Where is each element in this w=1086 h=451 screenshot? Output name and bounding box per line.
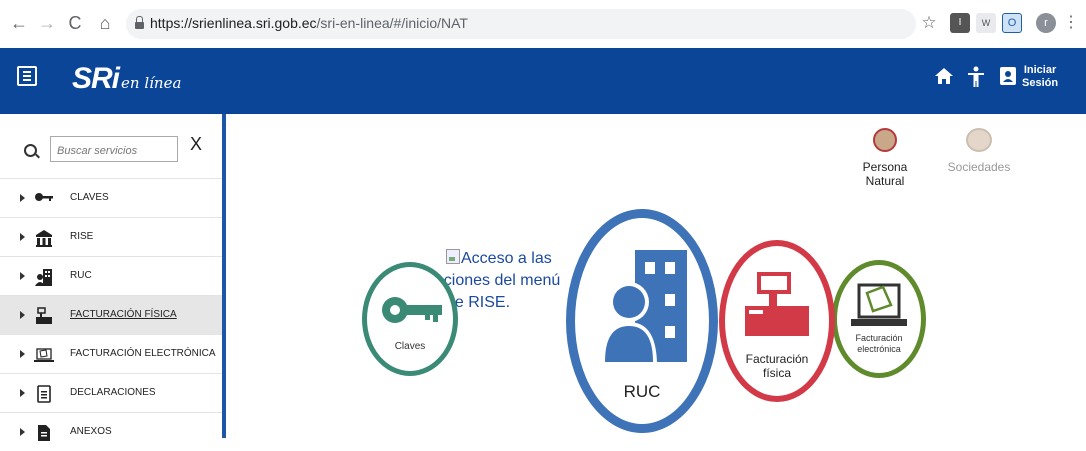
group-avatar-icon xyxy=(966,128,992,152)
sidebar-item-label: RUC xyxy=(70,270,92,281)
key-icon xyxy=(34,190,54,208)
browser-toolbar: ← → C ⌂ https://srienlinea.sri.gob.ec/sr… xyxy=(0,0,1086,49)
expand-caret-icon xyxy=(20,311,25,319)
search-icon xyxy=(24,144,37,157)
user-badge-icon[interactable] xyxy=(999,66,1017,90)
forward-arrow-icon[interactable]: → xyxy=(34,10,60,36)
accessibility-icon[interactable] xyxy=(966,66,986,92)
expand-caret-icon xyxy=(20,389,25,397)
persona-natural-label: Persona Natural xyxy=(862,160,908,188)
reload-icon[interactable]: C xyxy=(62,10,88,36)
sidebar-item-label: RISE xyxy=(70,231,94,242)
outlook-extension-icon[interactable]: O xyxy=(1002,13,1022,33)
sidebar-item-facturacion-fisica[interactable]: FACTURACIÓN FÍSICA xyxy=(0,295,222,334)
hamburger-menu-icon[interactable] xyxy=(17,66,37,86)
key-icon xyxy=(382,297,442,323)
bookmark-star-icon[interactable]: ☆ xyxy=(916,10,942,36)
site-header: SRi en línea Iniciar Sesión xyxy=(0,48,1086,114)
expand-caret-icon xyxy=(20,194,25,202)
laptop-invoice-icon xyxy=(851,283,907,326)
expand-caret-icon xyxy=(20,350,25,358)
sidebar-item-rise[interactable]: RISE xyxy=(0,217,222,256)
word-extension-icon[interactable]: W xyxy=(976,13,996,33)
claves-circle-button[interactable]: Claves xyxy=(362,262,458,376)
sri-logo[interactable]: SRi en línea xyxy=(72,62,181,96)
sociedades-label: Sociedades xyxy=(947,160,1011,174)
sidebar-item-label: DECLARACIONES xyxy=(70,387,156,398)
address-bar[interactable]: https://srienlinea.sri.gob.ec/sri-en-lin… xyxy=(126,9,916,39)
ruc-person-building-icon xyxy=(601,250,687,366)
lock-icon xyxy=(135,16,144,29)
extension-icon[interactable]: I xyxy=(950,13,970,33)
document-icon xyxy=(34,385,54,403)
profile-avatar[interactable]: r xyxy=(1036,13,1056,33)
broken-image-icon xyxy=(446,249,460,264)
rise-menu-broken-image[interactable]: Acceso a las opciones del menú de RISE. xyxy=(426,248,560,314)
expand-caret-icon xyxy=(20,272,25,280)
back-arrow-icon[interactable]: ← xyxy=(6,10,32,36)
services-sidebar: X CLAVES RISE RUC FACTURACIÓN FÍSICA FAC… xyxy=(0,114,226,441)
ruc-circle-button[interactable]: RUC xyxy=(566,209,718,433)
building-icon xyxy=(34,229,54,247)
sidebar-item-label: FACTURACIÓN ELECTRÓNICA xyxy=(70,348,216,359)
file-icon xyxy=(34,424,54,442)
login-button[interactable]: Iniciar Sesión xyxy=(1022,64,1058,90)
facturacion-electronica-label: Facturación electrónica xyxy=(855,333,903,354)
laptop-invoice-icon xyxy=(34,346,54,364)
facturacion-electronica-circle-button[interactable]: Facturación electrónica xyxy=(832,260,926,378)
search-input[interactable] xyxy=(50,136,178,162)
expand-caret-icon xyxy=(20,233,25,241)
sidebar-item-label: CLAVES xyxy=(70,192,109,203)
cash-register-icon xyxy=(745,272,809,336)
sidebar-item-declaraciones[interactable]: DECLARACIONES xyxy=(0,373,222,412)
sidebar-item-label: FACTURACIÓN FÍSICA xyxy=(70,309,177,320)
sidebar-item-label: ANEXOS xyxy=(70,426,112,437)
ruc-person-building-icon xyxy=(34,268,54,286)
sociedades-option[interactable]: Sociedades xyxy=(946,128,1012,174)
persona-natural-option[interactable]: Persona Natural xyxy=(842,128,928,188)
expand-caret-icon xyxy=(20,428,25,436)
browser-menu-icon[interactable]: ⋮ xyxy=(1058,10,1084,36)
url-text: https://srienlinea.sri.gob.ec/sri-en-lin… xyxy=(150,15,468,31)
sidebar-item-facturacion-electronica[interactable]: FACTURACIÓN ELECTRÓNICA xyxy=(0,334,222,373)
close-icon[interactable]: X xyxy=(190,134,202,155)
home-icon[interactable] xyxy=(934,66,954,90)
sidebar-item-claves[interactable]: CLAVES xyxy=(0,178,222,217)
claves-circle-label: Claves xyxy=(394,341,426,352)
sidebar-item-anexos[interactable]: ANEXOS xyxy=(0,412,222,451)
home-icon[interactable]: ⌂ xyxy=(92,10,118,36)
facturacion-fisica-circle-button[interactable]: Facturación física xyxy=(719,240,835,402)
sidebar-item-ruc[interactable]: RUC xyxy=(0,256,222,295)
ruc-circle-label: RUC xyxy=(623,382,661,401)
person-avatar-icon xyxy=(873,128,897,152)
facturacion-fisica-label: Facturación física xyxy=(745,352,809,380)
cash-register-icon xyxy=(34,307,54,325)
